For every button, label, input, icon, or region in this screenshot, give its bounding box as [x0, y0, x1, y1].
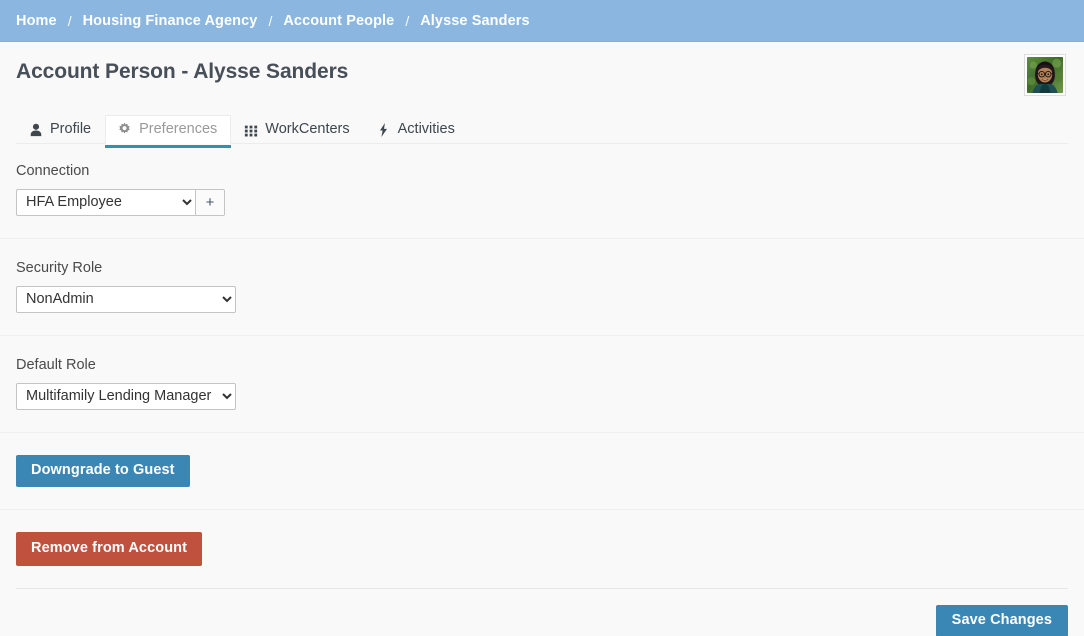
default-role-label: Default Role	[16, 356, 96, 373]
add-connection-button[interactable]: +	[196, 188, 225, 216]
breadcrumb-separator: /	[67, 12, 72, 29]
breadcrumb-item-housing-finance-agency[interactable]: Housing Finance Agency	[83, 13, 258, 29]
tab-preferences[interactable]: Preferences	[105, 115, 232, 148]
tab-activities[interactable]: Activities	[364, 115, 469, 144]
lightning-icon	[376, 122, 391, 137]
breadcrumb-separator: /	[405, 12, 410, 29]
security-role-select[interactable]: NonAdmin	[16, 285, 236, 313]
tab-bar: Profile Preferences WorkCenters Activiti…	[16, 110, 1068, 148]
user-icon	[28, 122, 43, 137]
page-title: Account Person - Alysse Sanders	[16, 60, 349, 83]
connection-select[interactable]: HFA Employee	[16, 188, 196, 216]
avatar-image	[1027, 57, 1063, 93]
breadcrumb-item-home[interactable]: Home	[16, 13, 57, 29]
remove-from-account-button[interactable]: Remove from Account	[16, 532, 203, 567]
breadcrumb-item-account-people[interactable]: Account People	[283, 13, 394, 29]
grid-icon	[243, 122, 258, 137]
tab-label: WorkCenters	[265, 121, 350, 138]
app-page: Home / Housing Finance Agency / Account …	[0, 0, 1084, 636]
tab-label: Activities	[397, 121, 455, 138]
breadcrumb: Home / Housing Finance Agency / Account …	[0, 0, 1084, 42]
connection-section: Connection HFA Employee +	[0, 144, 1084, 239]
connection-label: Connection	[16, 163, 90, 179]
default-role-section: Default Role Multifamily Lending Manager	[0, 336, 1084, 433]
default-role-select[interactable]: Multifamily Lending Manager	[16, 382, 236, 410]
tab-workcenters[interactable]: WorkCenters	[231, 115, 363, 144]
page-header: Account Person - Alysse Sanders	[0, 42, 1084, 96]
tab-profile[interactable]: Profile	[16, 115, 105, 144]
footer-actions: Save Changes	[0, 589, 1084, 636]
avatar[interactable]	[1024, 54, 1066, 96]
security-role-section: Security Role NonAdmin	[0, 239, 1084, 336]
tab-label: Profile	[50, 121, 92, 138]
tab-label: Preferences	[139, 121, 218, 138]
breadcrumb-item-alysse-sanders[interactable]: Alysse Sanders	[420, 13, 529, 29]
security-role-label: Security Role	[16, 259, 103, 276]
gear-icon	[117, 122, 132, 137]
downgrade-to-guest-button[interactable]: Downgrade to Guest	[16, 454, 190, 488]
breadcrumb-separator: /	[268, 12, 273, 29]
save-changes-button[interactable]: Save Changes	[935, 605, 1068, 636]
connection-control-group: HFA Employee +	[16, 188, 1068, 216]
downgrade-section: Downgrade to Guest	[0, 433, 1084, 511]
remove-section: Remove from Account	[0, 510, 1084, 588]
